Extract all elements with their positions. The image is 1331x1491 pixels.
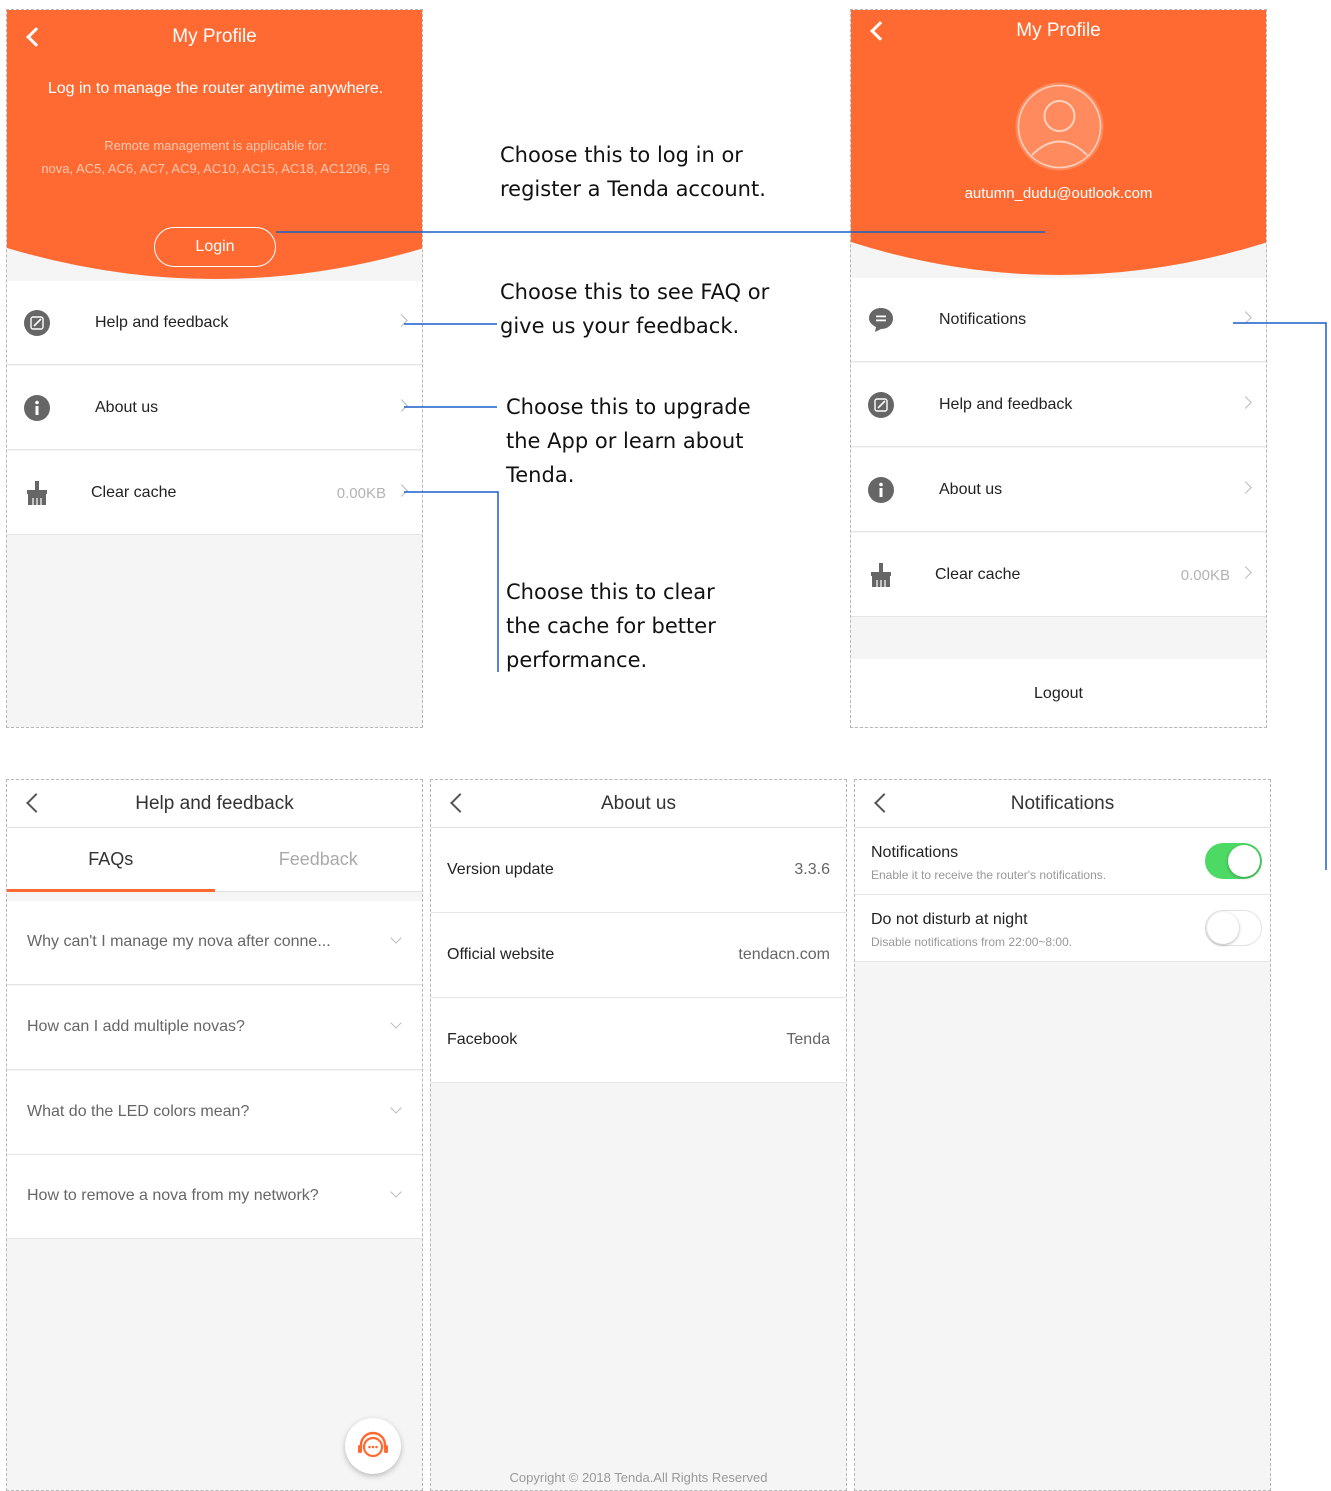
callout-login: Choose this to log in or register a Tend… [500, 138, 766, 206]
callout-help: Choose this to see FAQ or give us your f… [500, 275, 769, 343]
callout-line: the App or learn about [506, 429, 744, 453]
callout-line: Choose this to upgrade [506, 395, 751, 419]
callout-line: Choose this to log in or [500, 143, 743, 167]
callout-line: give us your feedback. [500, 314, 740, 338]
callout-line: performance. [506, 648, 648, 672]
callout-line: Choose this to see FAQ or [500, 280, 770, 304]
callout-cache: Choose this to clear the cache for bette… [506, 575, 716, 677]
callout-line: register a Tenda account. [500, 177, 766, 201]
callout-line: Choose this to clear [506, 580, 715, 604]
callout-line: Tenda. [506, 463, 575, 487]
callout-line: the cache for better [506, 614, 716, 638]
callout-about: Choose this to upgrade the App or learn … [506, 390, 751, 492]
callout-lines [276, 231, 1327, 870]
